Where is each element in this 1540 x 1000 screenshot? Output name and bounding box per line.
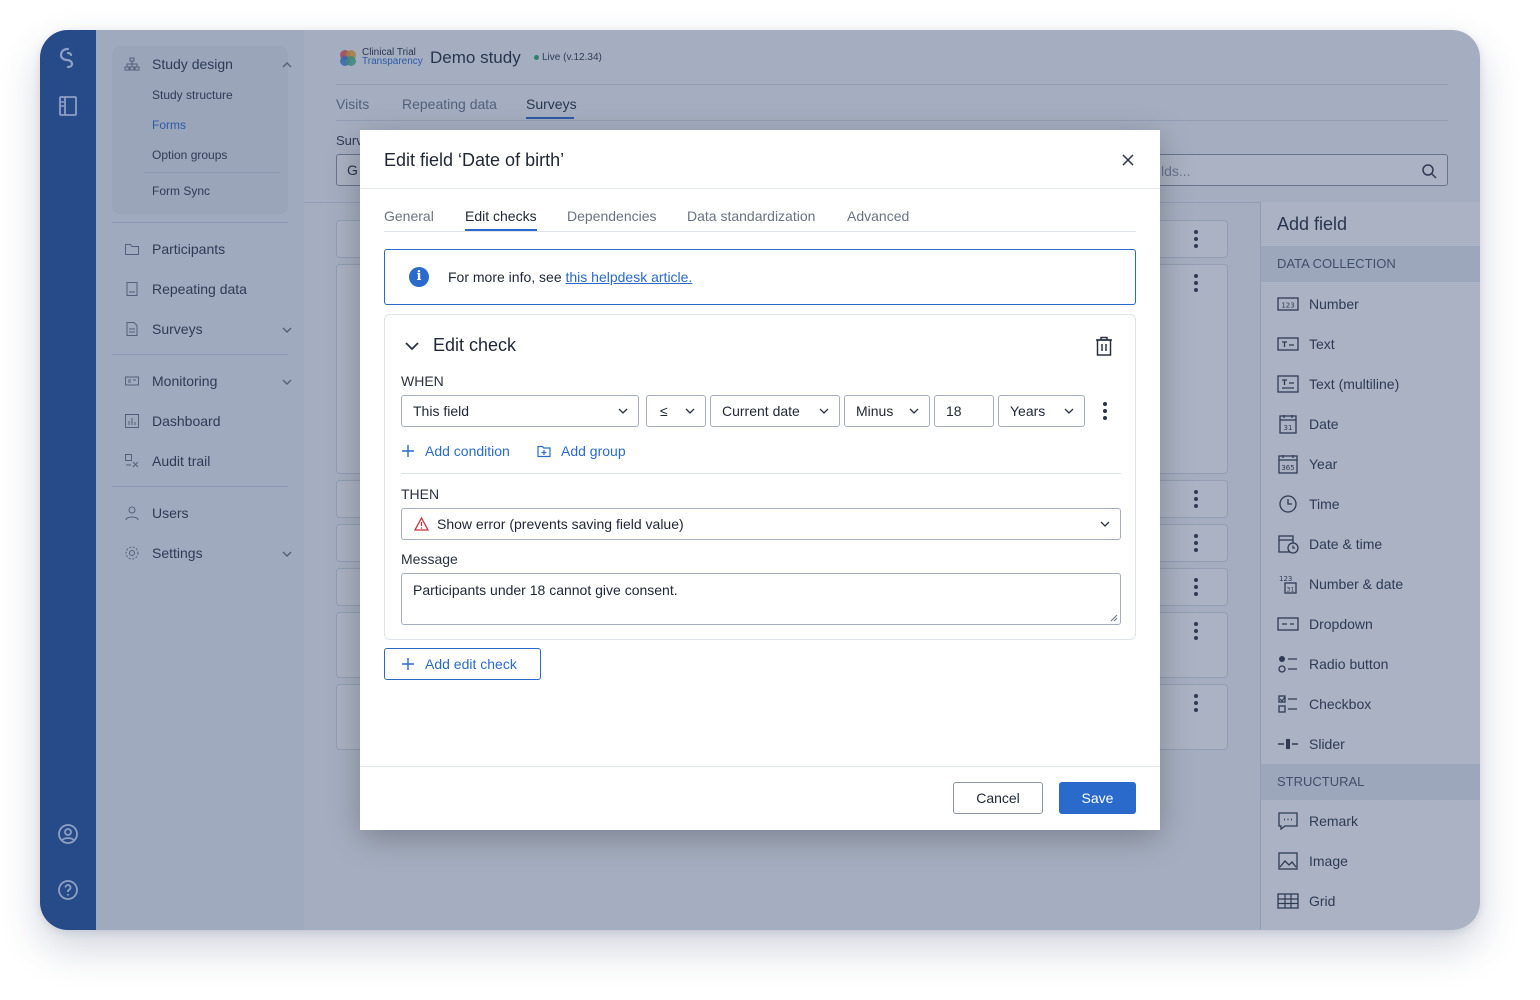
resize-handle-icon[interactable] [1108,612,1118,622]
amount-input[interactable]: 18 [934,395,994,427]
add-group-icon [537,445,551,458]
warning-icon [414,517,429,531]
tab-dependencies[interactable]: Dependencies [567,208,657,224]
modifier-select-value: Minus [856,403,894,419]
field-select[interactable]: This field [401,395,639,427]
chevron-down-icon [685,408,695,414]
info-banner: i For more info, see this helpdesk artic… [384,249,1136,305]
add-condition-button[interactable]: Add condition [401,443,510,459]
trash-icon[interactable] [1093,335,1115,357]
modifier-select[interactable]: Minus [844,395,930,427]
edit-check-card: Edit check WHEN This field ≤ Current dat… [384,314,1136,640]
condition-options-icon[interactable] [1103,402,1107,423]
info-icon: i [409,267,429,287]
add-group-button[interactable]: Add group [537,443,626,459]
action-select[interactable]: Show error (prevents saving field value) [401,508,1121,540]
plus-icon [402,445,414,457]
edit-check-title: Edit check [433,335,517,355]
reference-select[interactable]: Current date [710,395,840,427]
add-edit-check-button[interactable]: Add edit check [384,648,541,680]
chevron-down-icon [819,408,829,414]
info-text: For more info, see this helpdesk article… [448,269,692,285]
when-label: WHEN [401,373,444,389]
close-icon[interactable] [1120,152,1136,168]
dialog-tabs: General Edit checks Dependencies Data st… [384,208,1136,232]
save-button[interactable]: Save [1059,782,1136,814]
reference-select-value: Current date [722,403,800,419]
tab-general[interactable]: General [384,208,434,224]
edit-field-dialog: Edit field ‘Date of birth’ General Edit … [360,130,1160,830]
action-select-value: Show error (prevents saving field value) [437,516,684,532]
tab-data-standardization[interactable]: Data standardization [687,208,815,224]
operator-select-value: ≤ [660,403,668,419]
dialog-title: Edit field ‘Date of birth’ [384,150,565,170]
tab-advanced[interactable]: Advanced [847,208,909,224]
chevron-down-icon[interactable] [405,341,419,351]
divider [360,188,1160,189]
chevron-down-icon [1100,521,1110,527]
message-label: Message [401,551,458,567]
add-group-label: Add group [561,443,626,459]
add-edit-check-label: Add edit check [425,656,517,672]
divider [360,766,1160,767]
divider [401,473,1121,474]
message-text: Participants under 18 cannot give consen… [413,582,678,598]
chevron-down-icon [618,408,628,414]
operator-select[interactable]: ≤ [646,395,706,427]
helpdesk-link[interactable]: this helpdesk article. [566,269,693,285]
cancel-button[interactable]: Cancel [953,782,1043,814]
app-window: Study design Study structure Forms Optio… [40,30,1480,930]
add-condition-label: Add condition [425,443,510,459]
then-label: THEN [401,486,440,502]
info-message: For more info, see [448,269,566,285]
message-textarea[interactable]: Participants under 18 cannot give consen… [401,573,1121,625]
plus-icon [402,658,414,670]
chevron-down-icon [909,408,919,414]
tab-edit-checks[interactable]: Edit checks [465,208,537,231]
field-select-value: This field [413,403,470,419]
chevron-down-icon [1064,408,1074,414]
unit-select[interactable]: Years [998,395,1085,427]
unit-select-value: Years [1010,403,1046,419]
